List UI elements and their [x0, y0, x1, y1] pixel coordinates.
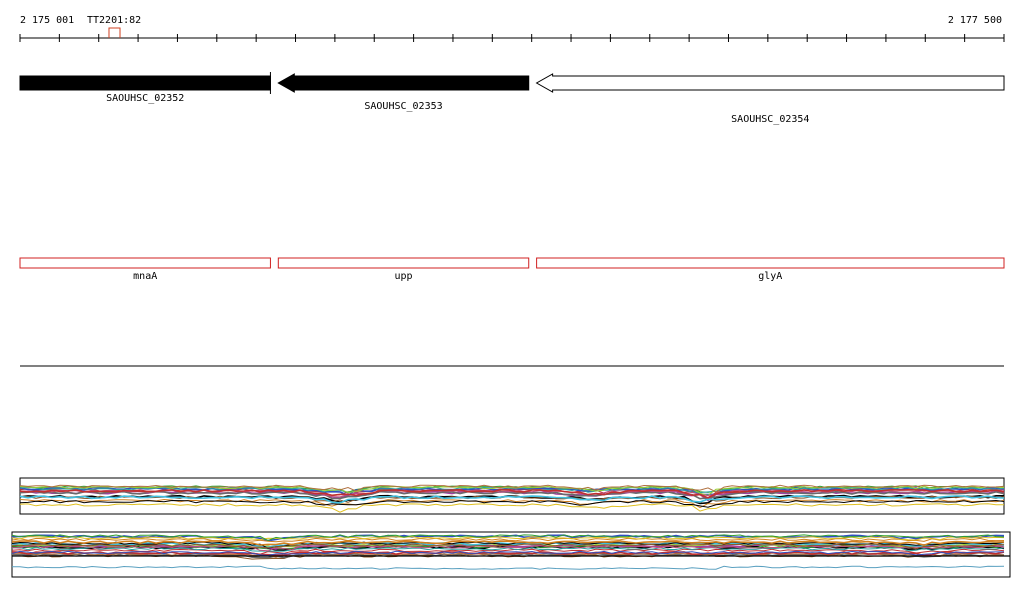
ruler-end-label: 2 177 500	[948, 15, 1002, 26]
gene-arrow[interactable]	[277, 73, 530, 93]
feature-label: upp	[394, 271, 412, 282]
feature-box[interactable]	[277, 257, 530, 269]
transcript-marker[interactable]	[108, 27, 121, 38]
feature-label: glyA	[758, 271, 782, 282]
feature-track: mnaA upp glyA	[19, 257, 1005, 282]
gene-label: SAOUHSC_02352	[106, 93, 184, 104]
expression-trace	[12, 565, 1005, 570]
gene-track: SAOUHSC_02352 SAOUHSC_02353 SAOUHSC_02354	[19, 72, 1005, 125]
feature-box[interactable]	[536, 257, 1005, 269]
expression-tracks	[11, 477, 1011, 578]
ruler: 2 175 001 2 177 500 TT2201:82	[19, 15, 1005, 42]
gene-label: SAOUHSC_02354	[731, 114, 809, 125]
gene-arrow[interactable]	[535, 73, 1005, 93]
gene-arrow[interactable]	[19, 75, 271, 91]
transcript-marker-label[interactable]: TT2201:82	[87, 15, 141, 26]
expression-trace	[19, 503, 1005, 513]
feature-label: mnaA	[133, 271, 157, 282]
gene-label: SAOUHSC_02353	[364, 101, 442, 112]
ruler-start-label: 2 175 001	[20, 15, 74, 26]
feature-box[interactable]	[19, 257, 271, 269]
genome-browser-canvas: 2 175 001 2 177 500 TT2201:82 SAOUHSC_02…	[11, 15, 1011, 578]
